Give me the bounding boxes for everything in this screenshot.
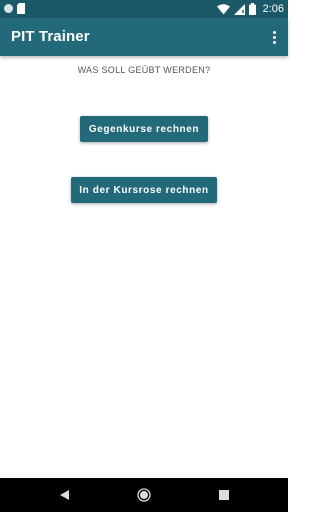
app-bar: PIT Trainer: [0, 18, 288, 56]
kursrose-button[interactable]: In der Kursrose rechnen: [71, 177, 217, 203]
wifi-icon: [216, 3, 230, 14]
menu-dot: [272, 35, 276, 39]
status-bar: 2:06: [0, 0, 288, 18]
app-title: PIT Trainer: [11, 28, 90, 45]
app-screen: 2:06 PIT Trainer WAS SOLL GEÜBT WERDEN? …: [0, 0, 288, 512]
home-icon[interactable]: [124, 478, 164, 512]
back-icon-glyph: [59, 490, 69, 500]
back-icon[interactable]: [44, 478, 84, 512]
more-vert-icon[interactable]: [268, 28, 280, 46]
home-icon-glyph: [137, 488, 151, 502]
menu-dot: [272, 30, 276, 34]
sd-card-icon: [17, 3, 25, 14]
menu-dot: [272, 40, 276, 44]
navigation-bar: [0, 478, 288, 512]
notification-dot-icon: [4, 4, 13, 13]
status-icons: 2:06: [216, 0, 284, 18]
battery-icon: [248, 3, 256, 15]
status-time: 2:06: [262, 3, 284, 15]
question-heading: WAS SOLL GEÜBT WERDEN?: [77, 65, 211, 75]
recents-icon-glyph: [219, 490, 229, 500]
recents-icon[interactable]: [204, 478, 244, 512]
signal-icon: [233, 3, 245, 15]
gegenkurse-button[interactable]: Gegenkurse rechnen: [80, 116, 208, 142]
